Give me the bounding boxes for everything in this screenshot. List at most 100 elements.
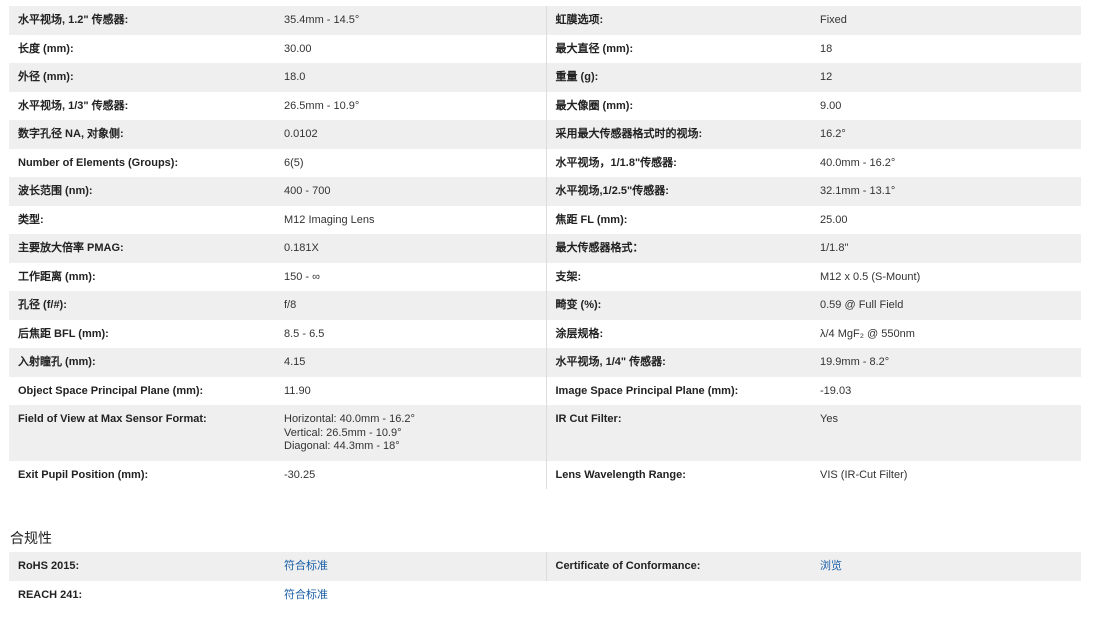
spec-value: 0.0102 — [275, 120, 546, 149]
table-row: 长度 (mm): 30.00 最大直径 (mm): 18 — [9, 34, 1081, 63]
spec-value: 6(5) — [284, 156, 304, 169]
spec-value: 9.00 — [820, 99, 842, 112]
spec-value: VIS (IR-Cut Filter) — [820, 468, 908, 481]
spec-label: 类型: — [18, 213, 44, 226]
spec-label: 水平视场, 1/4" 传感器: — [545, 348, 811, 377]
spec-value: 35.4mm - 14.5° — [275, 6, 546, 35]
fov-vertical: Vertical: 26.5mm - 10.9° — [284, 426, 402, 439]
spec-label: 最大直径 (mm): — [545, 34, 811, 63]
spec-value: 32.1mm - 13.1° — [811, 177, 1081, 206]
spec-label: 采用最大传感器格式时的视场: — [545, 120, 811, 149]
spec-label: 畸变 (%): — [545, 291, 811, 320]
spec-label: 水平视场,1/2.5"传感器: — [545, 177, 811, 206]
spec-label: 水平视场, 1.2" 传感器: — [9, 6, 275, 35]
spec-value: 4.15 — [275, 348, 546, 377]
fov-diagonal: Diagonal: 44.3mm - 18° — [284, 440, 400, 452]
certificate-view-link[interactable]: 浏览 — [820, 560, 842, 572]
spec-label: 长度 (mm): — [18, 42, 74, 55]
table-row: Number of Elements (Groups): 6(5) 水平视场，1… — [9, 148, 1081, 177]
table-row: 波长范围 (nm): 400 - 700 水平视场,1/2.5"传感器: 32.… — [9, 177, 1081, 206]
spec-value: 19.9mm - 8.2° — [811, 348, 1081, 377]
spec-label: 孔径 (f/#): — [9, 291, 275, 320]
spec-label: 入射瞳孔 (mm): — [9, 348, 275, 377]
spec-value: 16.2° — [811, 120, 1081, 149]
fov-horizontal: Horizontal: 40.0mm - 16.2° — [284, 413, 415, 425]
spec-value: 0.59 @ Full Field — [811, 291, 1081, 320]
spec-value: 12 — [811, 63, 1081, 92]
spec-label: Exit Pupil Position (mm): — [18, 468, 149, 481]
spec-label: 工作距离 (mm): — [18, 270, 96, 283]
empty-cell — [811, 581, 1081, 610]
spec-label: 虹膜选项: — [545, 6, 811, 35]
compliance-value: 浏览 — [811, 552, 1081, 581]
spec-label: 最大像圈 (mm): — [545, 91, 811, 120]
spec-label: 重量 (g): — [545, 63, 811, 92]
table-row: 外径 (mm): 18.0 重量 (g): 12 — [9, 63, 1081, 92]
spec-value: 0.181X — [275, 234, 546, 263]
spec-label: 波长范围 (nm): — [9, 177, 275, 206]
spec-label: Lens Wavelength Range: — [545, 460, 811, 489]
spec-label: 主要放大倍率 PMAG: — [9, 234, 275, 263]
spec-label: Number of Elements (Groups): — [18, 156, 179, 169]
table-row: REACH 241: 符合标准 — [9, 581, 1081, 610]
table-row: 数字孔径 NA, 对象侧: 0.0102 采用最大传感器格式时的视场: 16.2… — [9, 120, 1081, 149]
spec-label: 最大传感器格式： — [545, 234, 811, 263]
compliance-table: RoHS 2015: 符合标准 Certificate of Conforman… — [9, 552, 1081, 609]
spec-label: 涂层规格: — [545, 319, 811, 348]
table-row: Field of View at Max Sensor Format: Hori… — [9, 405, 1081, 461]
spec-value: 11.90 — [284, 384, 311, 397]
spec-value: Fixed — [811, 6, 1081, 35]
compliance-heading: 合规性 — [10, 530, 52, 546]
compliance-label: Certificate of Conformance: — [545, 552, 811, 581]
table-row: 主要放大倍率 PMAG: 0.181X 最大传感器格式： 1/1.8" — [9, 234, 1081, 263]
spec-value: -30.25 — [284, 468, 316, 481]
spec-value: M12 Imaging Lens — [284, 213, 375, 226]
spec-value: 150 - ∞ — [284, 270, 320, 283]
table-row: Exit Pupil Position (mm): -30.25 Lens Wa… — [9, 460, 1081, 489]
spec-value: 1/1.8" — [811, 234, 1081, 263]
table-row: 入射瞳孔 (mm): 4.15 水平视场, 1/4" 传感器: 19.9mm -… — [9, 348, 1081, 377]
table-row: Object Space Principal Plane (mm): 11.90… — [9, 376, 1081, 405]
spec-label: Object Space Principal Plane (mm): — [18, 384, 204, 397]
spec-value: Horizontal: 40.0mm - 16.2° Vertical: 26.… — [275, 405, 546, 461]
specs-page: 水平视场, 1.2" 传感器: 35.4mm - 14.5° 虹膜选项: Fix… — [0, 0, 1107, 621]
spec-label: 数字孔径 NA, 对象侧: — [9, 120, 275, 149]
spec-value: M12 x 0.5 (S-Mount) — [820, 270, 921, 283]
spec-value: 30.00 — [284, 42, 312, 55]
compliance-label: REACH 241: — [18, 588, 83, 601]
table-row: RoHS 2015: 符合标准 Certificate of Conforman… — [9, 552, 1081, 581]
spec-label: 水平视场，1/1.8"传感器: — [545, 148, 811, 177]
table-row: 类型: M12 Imaging Lens 焦距 FL (mm): 25.00 — [9, 205, 1081, 234]
spec-value: -19.03 — [820, 384, 852, 397]
spec-label: IR Cut Filter: — [545, 405, 811, 461]
spec-label: 支架: — [545, 262, 811, 291]
spec-label: Image Space Principal Plane (mm): — [545, 376, 811, 405]
spec-value: 18.0 — [275, 63, 546, 92]
compliance-value: 符合标准 — [275, 581, 546, 610]
specifications-table: 水平视场, 1.2" 传感器: 35.4mm - 14.5° 虹膜选项: Fix… — [9, 6, 1081, 489]
table-row: 水平视场, 1.2" 传感器: 35.4mm - 14.5° 虹膜选项: Fix… — [9, 6, 1081, 35]
reach-compliance-link[interactable]: 符合标准 — [284, 589, 328, 601]
spec-value: 400 - 700 — [275, 177, 546, 206]
spec-value: λ/4 MgF₂ @ 550nm — [820, 327, 915, 340]
table-row: 孔径 (f/#): f/8 畸变 (%): 0.59 @ Full Field — [9, 291, 1081, 320]
spec-value: 18 — [820, 42, 833, 55]
spec-value: 26.5mm - 10.9° — [284, 99, 360, 112]
spec-value: 8.5 - 6.5 — [284, 327, 325, 340]
spec-value: 25.00 — [820, 213, 848, 226]
spec-label: 外径 (mm): — [9, 63, 275, 92]
spec-value: Yes — [811, 405, 1081, 461]
table-row: 后焦距 BFL (mm): 8.5 - 6.5 涂层规格: λ/4 MgF₂ @… — [9, 319, 1081, 348]
empty-cell — [546, 581, 811, 610]
compliance-value: 符合标准 — [275, 552, 546, 581]
spec-value: 40.0mm - 16.2° — [820, 156, 896, 169]
spec-value: f/8 — [275, 291, 546, 320]
spec-label: 后焦距 BFL (mm): — [18, 327, 109, 340]
table-row: 水平视场, 1/3" 传感器: 26.5mm - 10.9° 最大像圈 (mm)… — [9, 91, 1081, 120]
table-row: 工作距离 (mm): 150 - ∞ 支架: M12 x 0.5 (S-Moun… — [9, 262, 1081, 291]
rohs-compliance-link[interactable]: 符合标准 — [284, 560, 328, 572]
spec-label: 水平视场, 1/3" 传感器: — [18, 99, 129, 112]
compliance-label: RoHS 2015: — [9, 552, 275, 581]
spec-label: Field of View at Max Sensor Format: — [9, 405, 275, 461]
spec-label: 焦距 FL (mm): — [545, 205, 811, 234]
